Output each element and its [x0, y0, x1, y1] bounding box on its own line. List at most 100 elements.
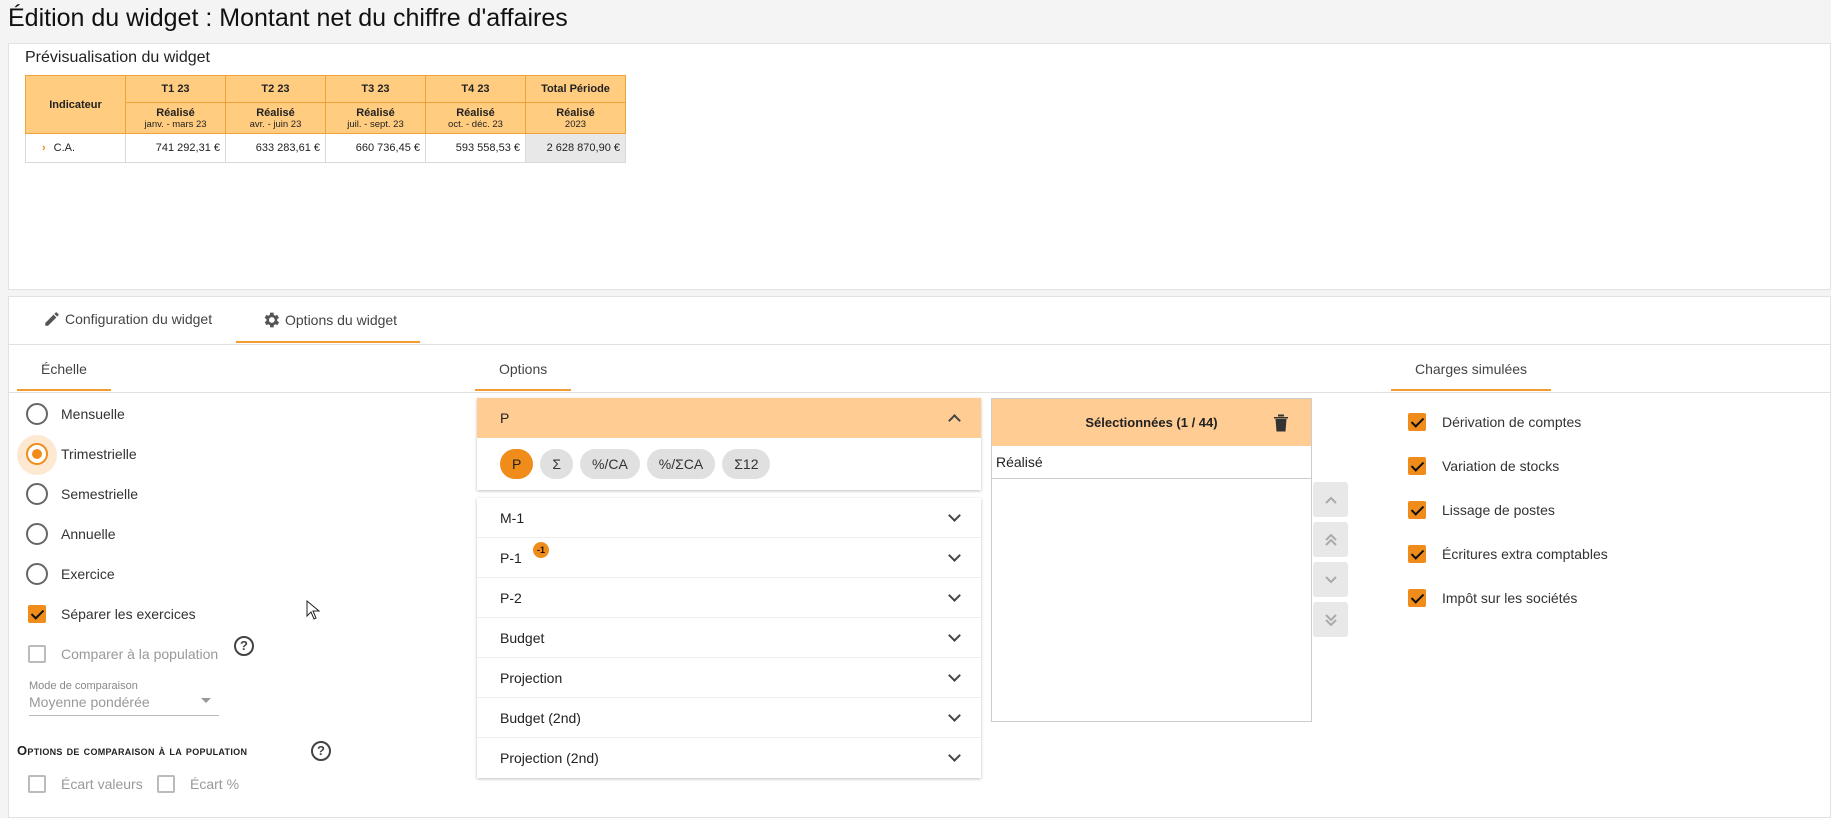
chip-sigma-12[interactable]: Σ12 [722, 449, 771, 479]
ecart-valeurs-checkbox[interactable] [28, 775, 46, 793]
col-header: T4 23 [425, 75, 526, 103]
option-item-projection[interactable]: Projection [477, 658, 981, 698]
tabs-divider [8, 344, 1831, 345]
help-icon[interactable]: ? [311, 741, 331, 761]
help-icon[interactable]: ? [234, 636, 254, 656]
chevron-up-icon [1324, 496, 1337, 504]
tab-active-indicator [236, 341, 420, 343]
col-header: T3 23 [325, 75, 426, 103]
checkbox-label: Variation de stocks [1442, 458, 1560, 474]
checkbox-label: Comparer à la population [61, 646, 219, 662]
col-header: T1 23 [125, 75, 226, 103]
select-value: Moyenne pondérée [29, 694, 150, 710]
ecart-pct-checkbox[interactable] [157, 775, 175, 793]
chip-sigma[interactable]: Σ [540, 449, 573, 479]
indicator-header: Indicateur [25, 75, 126, 134]
double-chevron-up-icon [1324, 533, 1337, 546]
option-p-header[interactable]: P [477, 398, 981, 438]
radio-label: Trimestrielle [61, 446, 137, 462]
radio-label: Semestrielle [61, 486, 139, 502]
radio-label: Exercice [61, 566, 115, 582]
row-label-cell[interactable]: › C.A. [25, 133, 126, 163]
charge-checkbox-ecritures[interactable] [1408, 545, 1426, 563]
checkbox-label: Écritures extra comptables [1442, 546, 1608, 562]
checkbox-label: Lissage de postes [1442, 502, 1555, 518]
radio-label: Mensuelle [61, 406, 125, 422]
charge-checkbox-derivation[interactable] [1408, 413, 1426, 431]
chevron-down-icon [201, 698, 211, 703]
radio-semestrielle[interactable] [26, 483, 48, 505]
col-subheader: Réalisé 2023 [525, 102, 626, 134]
option-item-m1[interactable]: M-1 [477, 498, 981, 538]
col-header: T2 23 [225, 75, 326, 103]
value-cell: 660 736,45 € [325, 133, 426, 163]
chevron-down-icon [948, 668, 961, 682]
chevron-down-icon [948, 588, 961, 602]
radio-mensuelle[interactable] [26, 403, 48, 425]
move-bottom-button[interactable] [1313, 602, 1348, 637]
selected-list: Sélectionnées (1 / 44) Réalisé [991, 398, 1312, 722]
option-item-projection-2nd[interactable]: Projection (2nd) [477, 738, 981, 778]
comparison-options-title: Options de comparaison à la population [17, 743, 248, 758]
chevron-down-icon [948, 508, 961, 522]
col-subheader: Réalisé avr. - juin 23 [225, 102, 326, 134]
tab-configuration[interactable]: Configuration du widget [43, 310, 212, 328]
chip-row: P Σ %/CA %/ΣCA Σ12 [477, 438, 981, 490]
options-section-title: Options [499, 361, 548, 377]
radio-annuelle[interactable] [26, 523, 48, 545]
compare-population-checkbox[interactable] [28, 645, 46, 663]
tab-options[interactable]: Options du widget [261, 310, 397, 330]
radio-exercice[interactable] [26, 563, 48, 585]
chevron-down-icon [948, 749, 961, 762]
selected-item[interactable]: Réalisé [992, 445, 1311, 479]
table-row: › C.A. 741 292,31 € 633 283,61 € 660 736,… [25, 133, 626, 163]
option-item-p1[interactable]: P-1 -1 [477, 538, 981, 578]
col-subheader: Réalisé juil. - sept. 23 [325, 102, 426, 134]
move-up-button[interactable] [1313, 482, 1348, 517]
option-item-budget-2nd[interactable]: Budget (2nd) [477, 698, 981, 738]
checkbox-label: Dérivation de comptes [1442, 414, 1582, 430]
radio-trimestrielle[interactable] [26, 443, 48, 465]
chevron-down-icon [1324, 575, 1337, 583]
expand-chevron-icon[interactable]: › [42, 142, 46, 154]
chip-pct-sigma-ca[interactable]: %/ΣCA [646, 449, 716, 479]
checkbox-label: Écart % [190, 776, 240, 792]
selected-header: Sélectionnées (1 / 44) [992, 399, 1311, 446]
option-item-p2[interactable]: P-2 [477, 578, 981, 618]
count-badge: -1 [533, 542, 549, 558]
chevron-up-icon [948, 414, 961, 427]
charge-checkbox-lissage[interactable] [1408, 501, 1426, 519]
value-cell: 593 558,53 € [425, 133, 526, 163]
preview-table: Indicateur T1 23 T2 23 T3 23 T4 23 Total… [25, 75, 626, 163]
charge-checkbox-stocks[interactable] [1408, 457, 1426, 475]
value-cell: 633 283,61 € [225, 133, 326, 163]
checkbox-label: Impôt sur les sociétés [1442, 590, 1578, 606]
cursor-icon [306, 599, 321, 625]
comparison-mode-select[interactable]: Mode de comparaison Moyenne pondérée [29, 680, 219, 716]
move-down-button[interactable] [1313, 562, 1348, 597]
total-cell: 2 628 870,90 € [525, 133, 626, 163]
move-top-button[interactable] [1313, 522, 1348, 557]
pencil-icon [45, 312, 59, 326]
widget-editor: Édition du widget : Montant net du chiff… [0, 0, 1831, 818]
chip-p[interactable]: P [500, 449, 534, 479]
separate-exercices-checkbox[interactable] [28, 605, 46, 623]
charges-section-title: Charges simulées [1415, 361, 1528, 377]
col-subheader: Réalisé oct. - déc. 23 [425, 102, 526, 134]
trash-icon[interactable] [1273, 413, 1289, 432]
checkbox-label: Séparer les exercices [61, 606, 196, 622]
chevron-down-icon [948, 708, 961, 722]
charge-checkbox-impot[interactable] [1408, 589, 1426, 607]
col-subheader: Réalisé janv. - mars 23 [125, 102, 226, 134]
preview-title: Prévisualisation du widget [25, 49, 210, 66]
radio-label: Annuelle [61, 526, 116, 542]
select-label: Mode de comparaison [29, 680, 138, 692]
double-chevron-down-icon [1324, 613, 1337, 626]
page-title: Édition du widget : Montant net du chiff… [8, 4, 568, 32]
option-item-budget[interactable]: Budget [477, 618, 981, 658]
value-cell: 741 292,31 € [125, 133, 226, 163]
chevron-down-icon [948, 628, 961, 642]
chip-pct-ca[interactable]: %/CA [580, 449, 640, 479]
option-p-panel: P P Σ %/CA %/ΣCA Σ12 [477, 398, 981, 490]
checkbox-label: Écart valeurs [61, 776, 143, 792]
